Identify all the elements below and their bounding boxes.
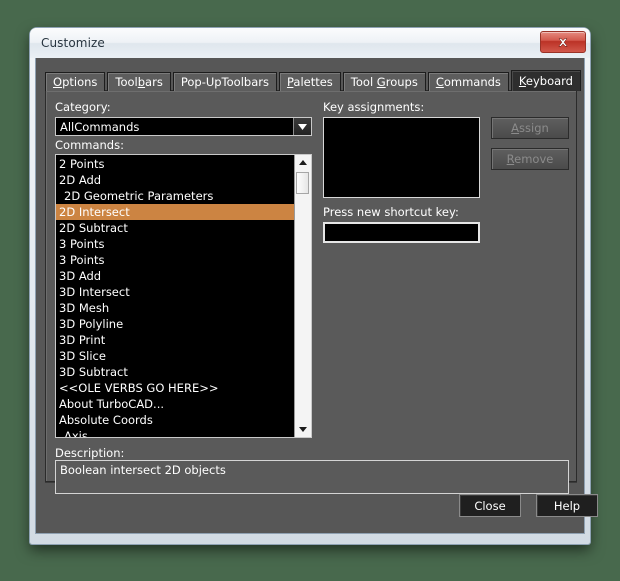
- help-button[interactable]: Help: [536, 494, 598, 517]
- category-selected-value: AllCommands: [60, 119, 140, 134]
- list-item[interactable]: 3 Points: [56, 252, 294, 268]
- tab-strip: Options Toolbars Pop-UpToolbars Palettes…: [45, 70, 583, 91]
- scroll-up-arrow-icon[interactable]: [295, 155, 311, 170]
- tab-keyboard[interactable]: Keyboard: [510, 70, 581, 91]
- list-item[interactable]: 3D Add: [56, 268, 294, 284]
- list-item[interactable]: 3D Intersect: [56, 284, 294, 300]
- title-bar[interactable]: Customize: [30, 28, 590, 58]
- close-x-icon: [558, 37, 568, 47]
- remove-button[interactable]: Remove: [491, 148, 569, 170]
- assign-accel: A: [511, 121, 520, 135]
- tab-tool-groups[interactable]: Tool Groups: [342, 72, 426, 91]
- list-item[interactable]: 3D Mesh: [56, 300, 294, 316]
- list-item[interactable]: 3D Subtract: [56, 364, 294, 380]
- tab-popup-toolbars-label: Pop-UpToolbars: [180, 75, 269, 89]
- key-assignments-listbox[interactable]: [323, 117, 480, 198]
- keyboard-tab-panel: Category: AllCommands Commands: 2 Points…: [45, 90, 577, 494]
- scrollbar-thumb[interactable]: [296, 172, 309, 194]
- list-item[interactable]: 3D Polyline: [56, 316, 294, 332]
- tab-accel: C: [435, 75, 444, 89]
- key-assignments-label: Key assignments:: [323, 100, 425, 114]
- chevron-down-icon: [293, 118, 311, 135]
- commands-label: Commands:: [55, 138, 124, 152]
- shortcut-key-input[interactable]: [323, 222, 480, 243]
- tab-palettes[interactable]: Palettes: [278, 72, 341, 91]
- scroll-down-arrow-icon[interactable]: [295, 422, 311, 437]
- list-item[interactable]: 2D Subtract: [56, 220, 294, 236]
- tab-accel: K: [518, 74, 526, 88]
- description-text: Boolean intersect 2D objects: [55, 460, 569, 494]
- tab-popup-toolbars[interactable]: Pop-UpToolbars: [172, 72, 277, 91]
- dialog-client-area: Options Toolbars Pop-UpToolbars Palettes…: [35, 58, 598, 534]
- list-item[interactable]: 2 Points: [56, 156, 294, 172]
- list-item[interactable]: About TurboCAD...: [56, 396, 294, 412]
- remove-accel: R: [506, 152, 515, 166]
- description-label: Description:: [55, 446, 125, 460]
- assign-button[interactable]: Assign: [491, 117, 569, 139]
- shortcut-label: Press new shortcut key:: [323, 205, 459, 219]
- list-item-selected[interactable]: 2D Intersect: [56, 204, 294, 220]
- list-item[interactable]: Axis: [56, 428, 294, 437]
- list-item[interactable]: Absolute Coords: [56, 412, 294, 428]
- list-item[interactable]: 3D Slice: [56, 348, 294, 364]
- list-item[interactable]: <<OLE VERBS GO HERE>>: [56, 380, 294, 396]
- list-item[interactable]: 3D Print: [56, 332, 294, 348]
- category-label: Category:: [55, 100, 111, 114]
- tab-accel: O: [53, 75, 63, 89]
- list-item[interactable]: 2D Geometric Parameters: [56, 188, 294, 204]
- tab-accel: b: [137, 75, 146, 89]
- customize-dialog: Customize Options Toolbars Pop-UpToolbar…: [30, 28, 598, 544]
- list-item[interactable]: 3 Points: [56, 236, 294, 252]
- tab-options[interactable]: Options: [45, 72, 106, 91]
- category-dropdown[interactable]: AllCommands: [55, 117, 312, 136]
- commands-listbox[interactable]: 2 Points 2D Add 2D Geometric Parameters 2D …: [55, 154, 312, 438]
- commands-list-items: 2 Points 2D Add 2D Geometric Parameters 2D …: [56, 155, 294, 437]
- tab-toolbars[interactable]: Toolbars: [107, 72, 171, 91]
- tab-commands[interactable]: Commands: [427, 72, 509, 91]
- tab-accel: G: [376, 75, 386, 89]
- window-title: Customize: [41, 36, 105, 50]
- close-window-button[interactable]: [540, 31, 586, 53]
- commands-scrollbar[interactable]: [294, 155, 311, 437]
- list-item[interactable]: 2D Add: [56, 172, 294, 188]
- close-button[interactable]: Close: [459, 494, 521, 517]
